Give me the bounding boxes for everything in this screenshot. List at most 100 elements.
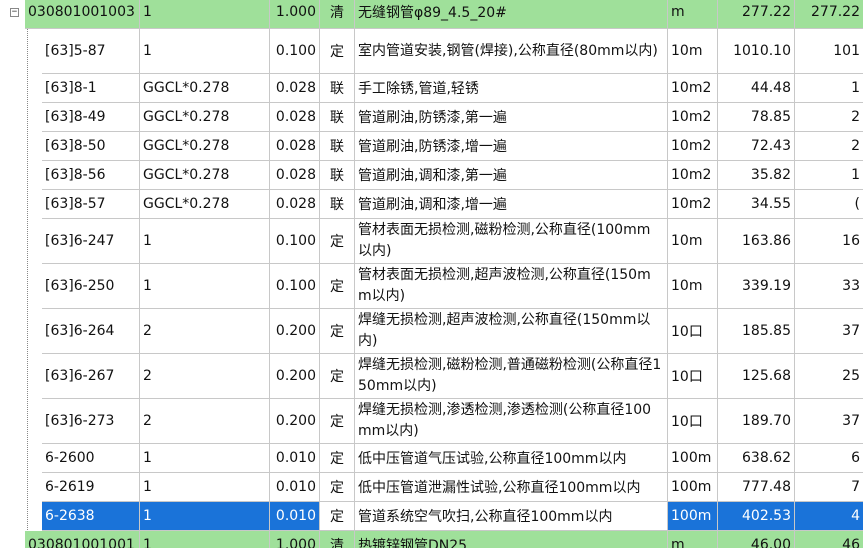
unit-price-cell[interactable]: 402.53 (718, 502, 795, 531)
name-cell[interactable]: 管材表面无损检测,磁粉检测,公称直径(100mm以内) (355, 219, 668, 264)
unit-price-cell[interactable]: 46.00 (718, 531, 795, 548)
quantity-cell[interactable]: 0.100 (270, 264, 320, 309)
unit-cell[interactable]: 10口 (668, 354, 718, 399)
unit-cell[interactable]: m (668, 0, 718, 29)
code-cell[interactable]: [63]8-1 (42, 74, 140, 103)
total-cell[interactable]: 277.22 (795, 0, 863, 29)
unit-cell[interactable]: 10m2 (668, 161, 718, 190)
unit-price-cell[interactable]: 35.82 (718, 161, 795, 190)
unit-cell[interactable]: 100m (668, 473, 718, 502)
total-cell[interactable]: 2 (795, 132, 863, 161)
total-cell[interactable]: 33 (795, 264, 863, 309)
quantity-cell[interactable]: 0.010 (270, 444, 320, 473)
table-row[interactable]: [63]6-250 1 0.100 定管材表面无损检测,超声波检测,公称直径(150m… (0, 264, 863, 309)
quantity-cell[interactable]: 0.200 (270, 354, 320, 399)
name-cell[interactable]: 管道刷油,调和漆,增一遍 (355, 190, 668, 219)
name-cell[interactable]: 低中压管道气压试验,公称直径100mm以内 (355, 444, 668, 473)
unit-price-cell[interactable]: 125.68 (718, 354, 795, 399)
type-cell[interactable]: 定 (320, 399, 355, 444)
type-cell[interactable]: 定 (320, 219, 355, 264)
unit-price-cell[interactable]: 1010.10 (718, 29, 795, 74)
type-cell[interactable]: 定 (320, 502, 355, 531)
unit-cell[interactable]: 10m2 (668, 190, 718, 219)
type-cell[interactable]: 联 (320, 161, 355, 190)
table-row[interactable]: [63]8-1 GGCL*0.278 0.028 联手工除锈,管道,轻锈 10m2 44.… (0, 74, 863, 103)
unit-cell[interactable]: 10m2 (668, 74, 718, 103)
unit-cell[interactable]: 100m (668, 502, 718, 531)
type-cell[interactable]: 联 (320, 190, 355, 219)
name-cell[interactable]: 焊缝无损检测,磁粉检测,普通磁粉检测(公称直径150mm以内) (355, 354, 668, 399)
unit-price-cell[interactable]: 185.85 (718, 309, 795, 354)
quantity-cell[interactable]: 0.100 (270, 219, 320, 264)
name-cell[interactable]: 管道刷油,防锈漆,第一遍 (355, 103, 668, 132)
unit-cell[interactable]: m (668, 531, 718, 548)
quantity-expression-cell[interactable]: 1 (140, 29, 270, 74)
total-cell[interactable]: 6 (795, 444, 863, 473)
code-cell[interactable]: [63]6-247 (42, 219, 140, 264)
quantity-expression-cell[interactable]: GGCL*0.278 (140, 161, 270, 190)
quantity-expression-cell[interactable]: 1 (140, 0, 270, 29)
group-row[interactable]: 030801001003 1 1.000 清无缝钢管φ89_4.5_20# m 277.2… (0, 0, 863, 29)
type-cell[interactable]: 定 (320, 29, 355, 74)
unit-price-cell[interactable]: 163.86 (718, 219, 795, 264)
name-cell[interactable]: 管道系统空气吹扫,公称直径100mm以内 (355, 502, 668, 531)
unit-price-cell[interactable]: 44.48 (718, 74, 795, 103)
name-cell[interactable]: 管材表面无损检测,超声波检测,公称直径(150mm以内) (355, 264, 668, 309)
code-cell[interactable]: 030801001001 (25, 531, 140, 548)
name-cell[interactable]: 管道刷油,防锈漆,增一遍 (355, 132, 668, 161)
type-cell[interactable]: 定 (320, 444, 355, 473)
name-cell[interactable]: 焊缝无损检测,超声波检测,公称直径(150mm以内) (355, 309, 668, 354)
unit-cell[interactable]: 10m2 (668, 132, 718, 161)
total-cell[interactable]: 2 (795, 103, 863, 132)
quantity-expression-cell[interactable]: 2 (140, 354, 270, 399)
total-cell[interactable]: 101 (795, 29, 863, 74)
type-cell[interactable]: 联 (320, 74, 355, 103)
total-cell[interactable]: ( (795, 190, 863, 219)
quantity-expression-cell[interactable]: 1 (140, 531, 270, 548)
quantity-cell[interactable]: 0.200 (270, 399, 320, 444)
code-cell[interactable]: [63]8-56 (42, 161, 140, 190)
code-cell[interactable]: [63]6-250 (42, 264, 140, 309)
table-row[interactable]: [63]8-49 GGCL*0.278 0.028 联管道刷油,防锈漆,第一遍 10m2… (0, 103, 863, 132)
total-cell[interactable]: 16 (795, 219, 863, 264)
quantity-expression-cell[interactable]: 2 (140, 399, 270, 444)
table-row[interactable]: [63]8-57 GGCL*0.278 0.028 联管道刷油,调和漆,增一遍 10m2… (0, 190, 863, 219)
code-cell[interactable]: 6-2638 (42, 502, 140, 531)
quantity-cell[interactable]: 0.100 (270, 29, 320, 74)
quantity-expression-cell[interactable]: 1 (140, 264, 270, 309)
quantity-cell[interactable]: 0.028 (270, 132, 320, 161)
table-row[interactable]: [63]5-87 1 0.100 定室内管道安装,钢管(焊接),公称直径(80mm以内… (0, 29, 863, 74)
code-cell[interactable]: [63]8-49 (42, 103, 140, 132)
type-cell[interactable]: 定 (320, 264, 355, 309)
name-cell[interactable]: 室内管道安装,钢管(焊接),公称直径(80mm以内) (355, 29, 668, 74)
type-cell[interactable]: 清 (320, 531, 355, 548)
unit-cell[interactable]: 10m (668, 264, 718, 309)
total-cell[interactable]: 1 (795, 161, 863, 190)
code-cell[interactable]: [63]8-57 (42, 190, 140, 219)
unit-cell[interactable]: 10口 (668, 309, 718, 354)
quantity-cell[interactable]: 0.200 (270, 309, 320, 354)
quantity-cell[interactable]: 0.028 (270, 103, 320, 132)
name-cell[interactable]: 手工除锈,管道,轻锈 (355, 74, 668, 103)
code-cell[interactable]: [63]6-273 (42, 399, 140, 444)
type-cell[interactable]: 定 (320, 309, 355, 354)
type-cell[interactable]: 联 (320, 103, 355, 132)
unit-price-cell[interactable]: 777.48 (718, 473, 795, 502)
total-cell[interactable]: 37 (795, 399, 863, 444)
unit-cell[interactable]: 10m (668, 219, 718, 264)
quantity-expression-cell[interactable]: 2 (140, 309, 270, 354)
code-cell[interactable]: [63]6-267 (42, 354, 140, 399)
name-cell[interactable]: 焊缝无损检测,渗透检测,渗透检测(公称直径100mm以内) (355, 399, 668, 444)
code-cell[interactable]: 6-2600 (42, 444, 140, 473)
unit-price-cell[interactable]: 189.70 (718, 399, 795, 444)
unit-price-cell[interactable]: 34.55 (718, 190, 795, 219)
quantity-expression-cell[interactable]: 1 (140, 502, 270, 531)
code-cell[interactable]: 6-2619 (42, 473, 140, 502)
quantity-expression-cell[interactable]: GGCL*0.278 (140, 103, 270, 132)
unit-price-cell[interactable]: 72.43 (718, 132, 795, 161)
quantity-expression-cell[interactable]: 1 (140, 444, 270, 473)
unit-cell[interactable]: 10m2 (668, 103, 718, 132)
quantity-cell[interactable]: 1.000 (270, 0, 320, 29)
quantity-expression-cell[interactable]: 1 (140, 473, 270, 502)
unit-price-cell[interactable]: 78.85 (718, 103, 795, 132)
